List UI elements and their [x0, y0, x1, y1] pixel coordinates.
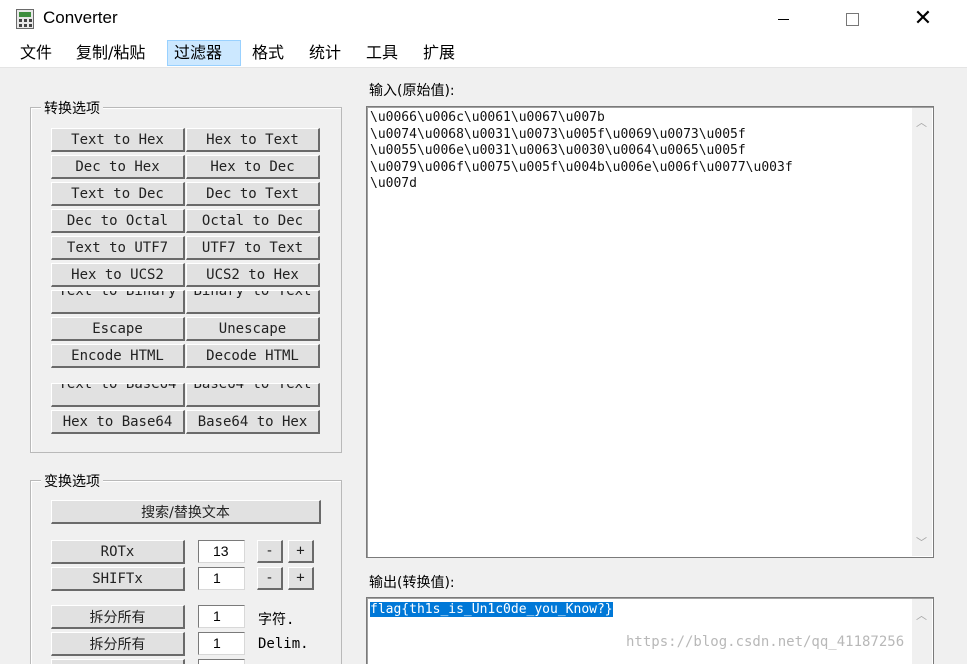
rot-decrement-button[interactable]: - [257, 540, 283, 563]
decode-html-button[interactable]: Decode HTML [186, 344, 320, 368]
input-line: \u0074\u0068\u0031\u0073\u005f\u0069\u00… [370, 126, 746, 142]
scroll-up-icon[interactable]: ︿ [916, 114, 927, 130]
transform-options-legend: 变换选项 [41, 471, 103, 491]
calculator-icon [16, 9, 34, 29]
hex-to-dec-button[interactable]: Hex to Dec [186, 155, 320, 179]
encode-html-button[interactable]: Encode HTML [51, 344, 185, 368]
menu-filter[interactable]: 过滤器 [167, 40, 241, 66]
shiftx-button[interactable]: SHIFTx [51, 567, 185, 591]
output-text-selected: flag{th1s_is_Un1c0de_you_Know?} [370, 602, 613, 617]
text-to-dec-button[interactable]: Text to Dec [51, 182, 185, 206]
convert-options-legend: 转换选项 [41, 98, 103, 118]
utf7-to-text-button[interactable]: UTF7 to Text [186, 236, 320, 260]
maximize-icon [845, 12, 859, 26]
input-scrollbar[interactable]: ︿ ﹀ [912, 108, 932, 556]
shift-decrement-button[interactable]: - [257, 567, 283, 590]
base64-to-text-label: Base64 to Text [193, 383, 312, 392]
hex-to-text-button[interactable]: Hex to Text [186, 128, 320, 152]
text-to-binary-button[interactable]: Text to Binary [51, 290, 185, 314]
input-line: \u0079\u006f\u0075\u005f\u004b\u006e\u00… [370, 159, 793, 175]
input-label: 输入(原始值): [369, 83, 455, 99]
base64-to-text-button[interactable]: Base64 to Text [186, 383, 320, 407]
text-to-utf7-button[interactable]: Text to UTF7 [51, 236, 185, 260]
dec-to-hex-button[interactable]: Dec to Hex [51, 155, 185, 179]
dec-to-text-button[interactable]: Dec to Text [186, 182, 320, 206]
binary-to-text-label: Binary to Text [193, 290, 312, 299]
menu-format[interactable]: 格式 [246, 40, 290, 66]
text-to-base64-label: Text to Base64 [58, 383, 177, 392]
base64-to-hex-button[interactable]: Base64 to Hex [186, 410, 320, 434]
rotx-button[interactable]: ROTx [51, 540, 185, 564]
rot-value-field[interactable]: 13 [198, 540, 245, 563]
output-label: 输出(转换值): [369, 575, 455, 591]
menu-file[interactable]: 文件 [14, 40, 58, 66]
shift-increment-button[interactable]: + [288, 567, 314, 590]
menu-bar: 文件 复制/粘贴 过滤器 格式 统计 工具 扩展 [0, 38, 967, 68]
hex-to-base64-button[interactable]: Hex to Base64 [51, 410, 185, 434]
close-button[interactable]: ✕ [900, 0, 946, 38]
input-textarea[interactable]: \u0066\u006c\u0061\u0067\u007b \u0074\u00… [366, 106, 934, 558]
input-line: \u0055\u006e\u0031\u0063\u0030\u0064\u00… [370, 143, 746, 158]
octal-to-dec-button[interactable]: Octal to Dec [186, 209, 320, 233]
window-title: Converter [43, 8, 118, 27]
text-to-base64-button[interactable]: Text to Base64 [51, 383, 185, 407]
menu-tools[interactable]: 工具 [360, 40, 404, 66]
output-scrollbar[interactable]: ︿ [912, 599, 932, 664]
split-delim-value-field[interactable]: 1 [198, 632, 245, 655]
rot-increment-button[interactable]: + [288, 540, 314, 563]
watermark: https://blog.csdn.net/qq_41187256 [626, 634, 905, 650]
hex-to-ucs2-button[interactable]: Hex to UCS2 [51, 263, 185, 287]
dec-to-octal-button[interactable]: Dec to Octal [51, 209, 185, 233]
text-to-binary-label: Text to Binary [58, 290, 177, 299]
text-to-hex-button[interactable]: Text to Hex [51, 128, 185, 152]
minimize-icon [777, 18, 789, 20]
menu-copy-paste[interactable]: 复制/粘贴 [70, 40, 151, 66]
title-bar: Converter ✕ [0, 0, 967, 38]
split-all-chars-button[interactable]: 拆分所有 [51, 605, 185, 629]
input-line: \u007d [370, 176, 417, 191]
partial-row-field[interactable] [198, 659, 245, 664]
ucs2-to-hex-button[interactable]: UCS2 to Hex [186, 263, 320, 287]
shift-value-field[interactable]: 1 [198, 567, 245, 590]
split-chars-value-field[interactable]: 1 [198, 605, 245, 628]
escape-button[interactable]: Escape [51, 317, 185, 341]
input-text: \u0066\u006c\u0061\u0067\u007b \u0074\u00… [370, 110, 793, 193]
split-chars-unit-label: 字符. [258, 612, 295, 628]
input-line: \u0066\u006c\u0061\u0067\u007b [370, 110, 605, 125]
menu-stats[interactable]: 统计 [303, 40, 347, 66]
unescape-button[interactable]: Unescape [186, 317, 320, 341]
scroll-down-icon[interactable]: ﹀ [916, 534, 927, 550]
split-all-delim-button[interactable]: 拆分所有 [51, 632, 185, 656]
split-delim-unit-label: Delim. [258, 636, 309, 652]
menu-extensions[interactable]: 扩展 [417, 40, 461, 66]
minimize-button[interactable] [760, 0, 806, 38]
partial-row-button[interactable] [51, 659, 185, 664]
maximize-button[interactable] [829, 0, 875, 38]
output-textarea[interactable]: flag{th1s_is_Un1c0de_you_Know?} ︿ [366, 597, 934, 664]
scroll-up-icon[interactable]: ︿ [916, 607, 927, 623]
close-icon: ✕ [913, 6, 933, 31]
binary-to-text-button[interactable]: Binary to Text [186, 290, 320, 314]
search-replace-button[interactable]: 搜索/替换文本 [51, 500, 321, 524]
